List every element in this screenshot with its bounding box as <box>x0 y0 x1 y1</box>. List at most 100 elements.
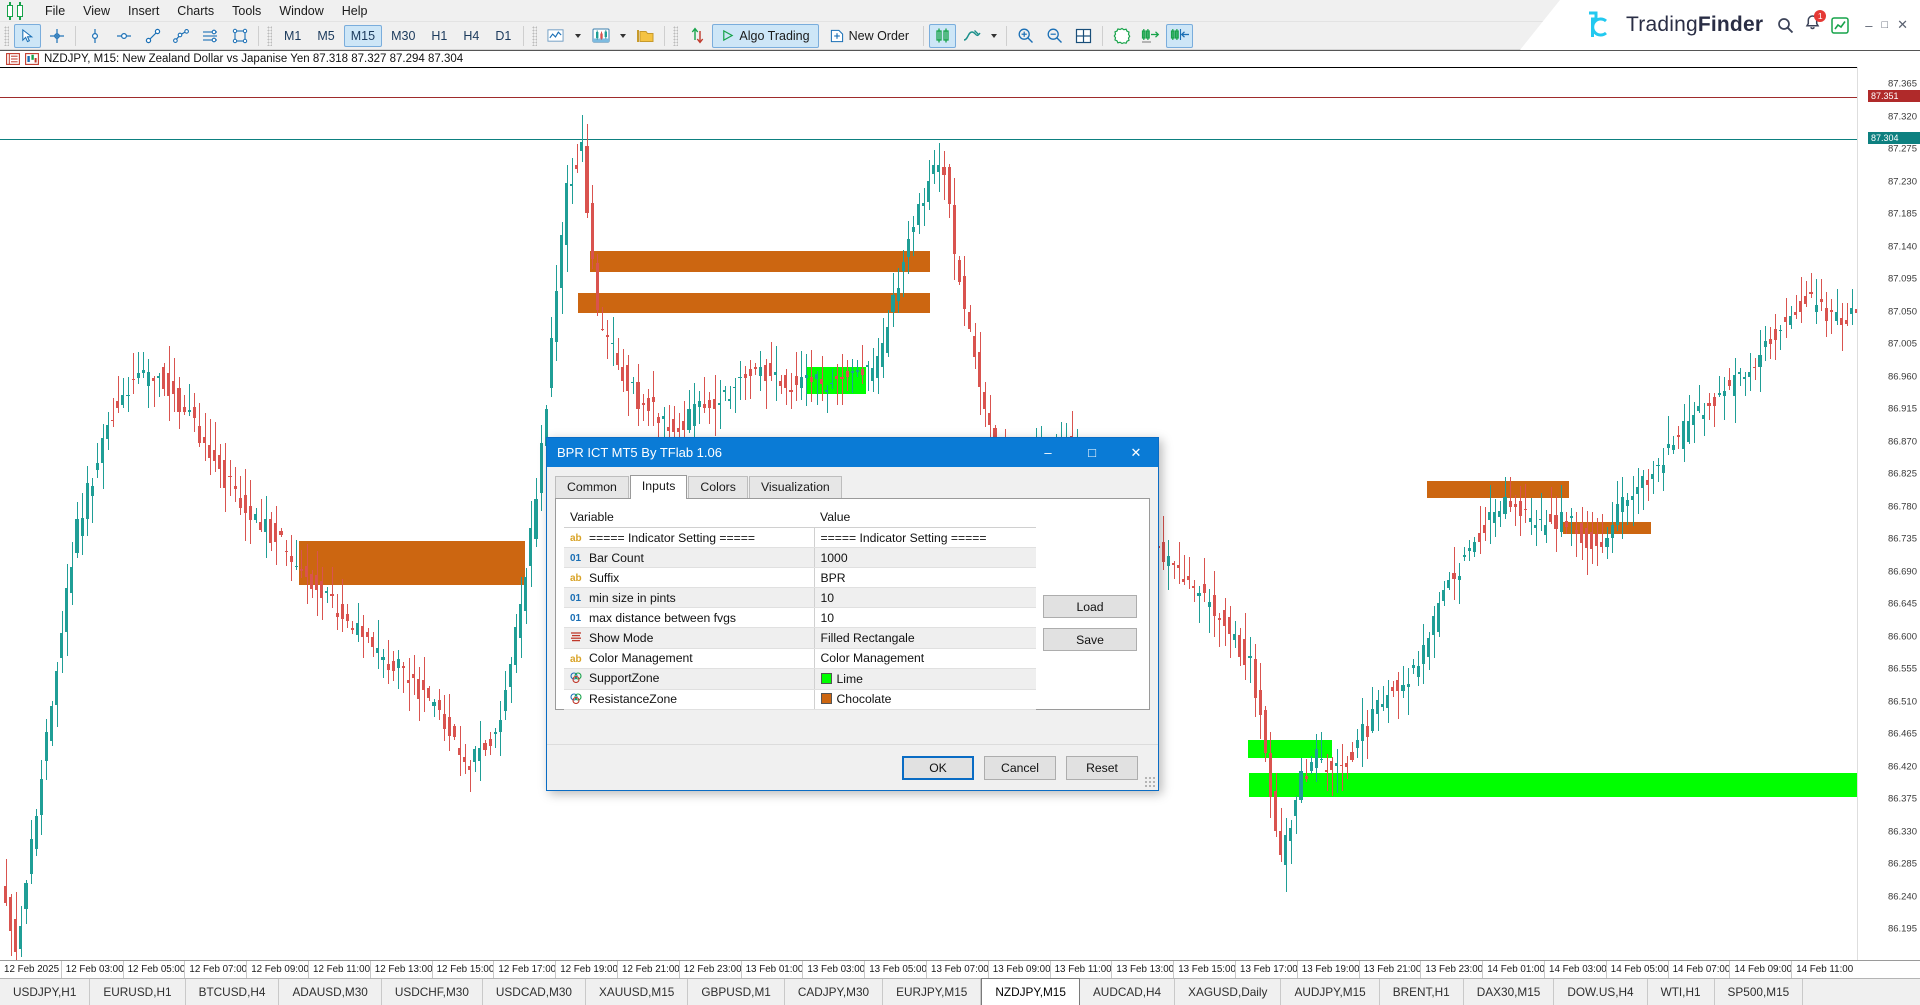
chart-tab-sp500-m15[interactable]: SP500,M15 <box>1715 979 1804 1005</box>
timeframe-m1[interactable]: M1 <box>277 25 308 47</box>
zoom-in-icon[interactable] <box>1012 24 1039 48</box>
input-value-cell[interactable]: Lime <box>814 668 1036 689</box>
menu-window[interactable]: Window <box>270 0 332 22</box>
alerts-button[interactable]: 1 <box>1804 14 1821 36</box>
reset-button[interactable]: Reset <box>1066 756 1138 780</box>
menu-help[interactable]: Help <box>333 0 377 22</box>
chart-tab-dax30-m15[interactable]: DAX30,M15 <box>1464 979 1555 1005</box>
price-scale[interactable]: 87.36587.32087.27587.23087.18587.14087.0… <box>1857 67 1920 960</box>
equidistant-channel-icon[interactable] <box>197 24 224 48</box>
chart-tab-wti-h1[interactable]: WTI,H1 <box>1648 979 1715 1005</box>
input-row[interactable]: Show ModeFilled Rectangale <box>564 628 1036 649</box>
timeframe-m5[interactable]: M5 <box>310 25 341 47</box>
dialog-resize-grip[interactable] <box>1144 776 1156 788</box>
candlestick-chart-icon[interactable] <box>587 24 614 48</box>
autoscroll-icon[interactable] <box>958 24 985 48</box>
minimize-icon[interactable]: – <box>1865 18 1872 33</box>
timeframe-h1[interactable]: H1 <box>424 25 454 47</box>
input-value-cell[interactable]: 1000 <box>814 548 1036 568</box>
chart-tab-audcad-h4[interactable]: AUDCAD,H4 <box>1080 979 1175 1005</box>
chart-tab-dow-us-h4[interactable]: DOW.US,H4 <box>1554 979 1647 1005</box>
load-button[interactable]: Load <box>1043 595 1137 618</box>
arrow-cursor-icon[interactable] <box>14 24 41 48</box>
search-icon[interactable] <box>1777 17 1794 34</box>
trendline-icon[interactable] <box>139 24 166 48</box>
chart-tab-nzdjpy-m15[interactable]: NZDJPY,M15 <box>981 978 1080 1005</box>
cancel-button[interactable]: Cancel <box>984 756 1056 780</box>
chart-tab-brent-h1[interactable]: BRENT,H1 <box>1380 979 1464 1005</box>
input-row[interactable]: 01Bar Count1000 <box>564 548 1036 568</box>
zoom-out-icon[interactable] <box>1041 24 1068 48</box>
chart-tab-cadjpy-m30[interactable]: CADJPY,M30 <box>785 979 883 1005</box>
timeframe-m30[interactable]: M30 <box>384 25 422 47</box>
dialog-tab-inputs[interactable]: Inputs <box>630 475 688 499</box>
input-row[interactable]: SupportZoneLime <box>564 668 1036 689</box>
timeframe-h4[interactable]: H4 <box>456 25 486 47</box>
toolbar-grip[interactable] <box>532 26 537 46</box>
menu-view[interactable]: View <box>74 0 119 22</box>
input-value-cell[interactable]: 10 <box>814 588 1036 608</box>
chart-tab-usdcad-m30[interactable]: USDCAD,M30 <box>483 979 586 1005</box>
menu-charts[interactable]: Charts <box>168 0 223 22</box>
maximize-icon[interactable]: □ <box>1881 19 1888 31</box>
save-button[interactable]: Save <box>1043 628 1137 651</box>
input-value-cell[interactable]: Filled Rectangale <box>814 628 1036 649</box>
input-value-cell[interactable]: ===== Indicator Setting ===== <box>814 528 1036 548</box>
timeframe-m15[interactable]: M15 <box>344 25 382 47</box>
toolbar-grip[interactable] <box>4 26 9 46</box>
dialog-minimize-button[interactable]: – <box>1026 438 1070 467</box>
bars-candles-icon[interactable] <box>929 24 956 48</box>
candlestick-dropdown-icon[interactable] <box>616 24 630 48</box>
input-row[interactable]: ab===== Indicator Setting ========== Ind… <box>564 528 1036 548</box>
timeframe-d1[interactable]: D1 <box>488 25 518 47</box>
input-row[interactable]: 01max distance between fvgs10 <box>564 608 1036 628</box>
polyline-icon[interactable] <box>168 24 195 48</box>
indicators-icon[interactable] <box>683 24 710 48</box>
line-chart-dropdown-icon[interactable] <box>571 24 585 48</box>
input-value-cell[interactable]: Chocolate <box>814 689 1036 710</box>
chart-shift-left-icon[interactable] <box>1166 24 1193 48</box>
toolbar-grip[interactable] <box>673 26 678 46</box>
chart-tab-xauusd-m15[interactable]: XAUUSD,M15 <box>586 979 688 1005</box>
menu-file[interactable]: File <box>36 0 74 22</box>
shapes-icon[interactable] <box>226 24 253 48</box>
autoscroll-dropdown-icon[interactable] <box>987 24 1001 48</box>
chart-tab-gbpusd-m1[interactable]: GBPUSD,M1 <box>688 979 785 1005</box>
input-row[interactable]: abColor ManagementColor Management <box>564 648 1036 668</box>
chart-tab-adausd-m30[interactable]: ADAUSD,M30 <box>279 979 381 1005</box>
menu-tools[interactable]: Tools <box>223 0 270 22</box>
input-row[interactable]: 01min size in pints10 <box>564 588 1036 608</box>
input-row[interactable]: ResistanceZoneChocolate <box>564 689 1036 710</box>
chart-properties-icon[interactable] <box>25 53 39 65</box>
horizontal-line-icon[interactable] <box>110 24 137 48</box>
line-chart-icon[interactable] <box>542 24 569 48</box>
chart-tab-usdchf-m30[interactable]: USDCHF,M30 <box>382 979 483 1005</box>
tile-windows-icon[interactable] <box>1070 24 1097 48</box>
dialog-tab-common[interactable]: Common <box>555 476 629 498</box>
ok-button[interactable]: OK <box>902 756 974 780</box>
chart-tab-btcusd-h4[interactable]: BTCUSD,H4 <box>186 979 280 1005</box>
dialog-maximize-button[interactable]: □ <box>1070 438 1114 467</box>
close-icon[interactable]: ✕ <box>1897 17 1908 33</box>
chart-tab-eurjpy-m15[interactable]: EURJPY,M15 <box>883 979 981 1005</box>
algo-trading-button[interactable]: Algo Trading <box>712 24 818 48</box>
chart-tab-usdjpy-h1[interactable]: USDJPY,H1 <box>0 979 90 1005</box>
templates-folder-icon[interactable] <box>632 24 659 48</box>
indicator-settings-dialog[interactable]: BPR ICT MT5 By TFlab 1.06 – □ ✕ CommonIn… <box>546 437 1159 791</box>
crosshair-icon[interactable] <box>43 24 70 48</box>
chart-tab-eurusd-h1[interactable]: EURUSD,H1 <box>90 979 185 1005</box>
input-row[interactable]: abSuffixBPR <box>564 568 1036 588</box>
dialog-tab-visualization[interactable]: Visualization <box>749 476 842 498</box>
expert-advisor-icon[interactable] <box>1108 24 1135 48</box>
input-value-cell[interactable]: BPR <box>814 568 1036 588</box>
chart-tab-audjpy-m15[interactable]: AUDJPY,M15 <box>1281 979 1379 1005</box>
input-value-cell[interactable]: 10 <box>814 608 1036 628</box>
chart-tab-xagusd-daily[interactable]: XAGUSD,Daily <box>1175 979 1281 1005</box>
dialog-tab-colors[interactable]: Colors <box>688 476 748 498</box>
vertical-line-icon[interactable] <box>81 24 108 48</box>
time-axis[interactable]: 12 Feb 202512 Feb 03:0012 Feb 05:0012 Fe… <box>0 960 1920 978</box>
chart-shift-right-icon[interactable] <box>1137 24 1164 48</box>
new-order-button[interactable]: New Order <box>821 24 918 48</box>
toolbar-grip[interactable] <box>267 26 272 46</box>
data-window-icon[interactable] <box>6 53 20 65</box>
